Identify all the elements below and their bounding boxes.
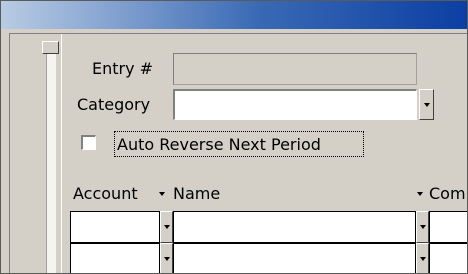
grid-cell-name-1[interactable]	[173, 211, 416, 243]
entry-label: Entry #	[92, 59, 154, 78]
grid-cell-account-1[interactable]	[70, 211, 160, 243]
account-dropdown-button-1[interactable]	[160, 211, 173, 243]
category-dropdown-button[interactable]	[419, 89, 434, 120]
vertical-scrollbar-track[interactable]	[46, 53, 56, 273]
grid-cell-com-1[interactable]	[429, 211, 467, 243]
title-bar	[1, 1, 467, 29]
category-input[interactable]	[173, 89, 417, 120]
window: Entry # Category Auto Reverse Next Perio…	[0, 0, 468, 274]
name-sort-icon[interactable]	[417, 192, 423, 196]
auto-reverse-label[interactable]: Auto Reverse Next Period	[117, 136, 321, 154]
grid-cell-name-2[interactable]	[173, 243, 416, 273]
account-sort-icon[interactable]	[159, 192, 165, 196]
name-dropdown-button-1[interactable]	[416, 211, 429, 243]
column-header-name[interactable]: Name	[173, 185, 220, 203]
auto-reverse-checkbox[interactable]	[81, 135, 96, 150]
column-header-com[interactable]: Com	[429, 185, 466, 203]
entry-number-field	[173, 53, 417, 85]
grid-cell-com-2[interactable]	[429, 243, 467, 273]
grid-cell-account-2[interactable]	[70, 243, 160, 273]
account-dropdown-button-2[interactable]	[160, 243, 173, 273]
name-dropdown-button-2[interactable]	[416, 243, 429, 273]
column-header-account[interactable]: Account	[73, 185, 138, 203]
panel-divider	[61, 34, 62, 273]
vertical-scrollbar-thumb[interactable]	[42, 41, 59, 54]
category-label: Category	[77, 95, 151, 114]
